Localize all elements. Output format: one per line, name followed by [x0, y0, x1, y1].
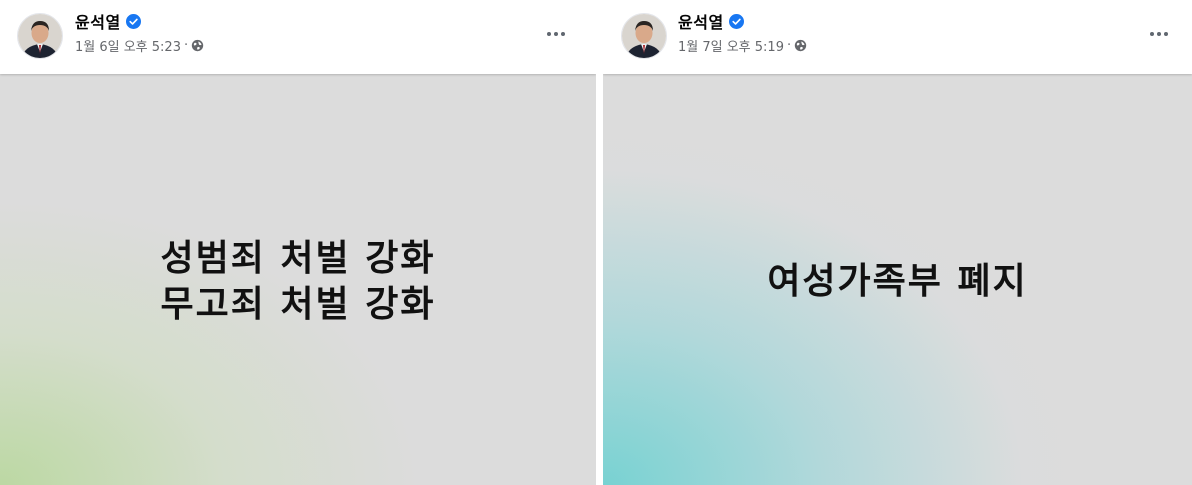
post-divider	[596, 0, 603, 485]
post-text-line-1: 성범죄 처벌 강화	[160, 238, 436, 279]
author-name[interactable]: 윤석열	[678, 9, 724, 33]
meta-separator: ·	[183, 37, 189, 53]
author-avatar[interactable]	[17, 13, 63, 59]
post-timestamp[interactable]: 1월 7일 오후 5:19	[678, 36, 784, 55]
facebook-post-2: 윤석열 1월 7일 오후 5:19 · 여성가족부 폐지	[603, 0, 1192, 485]
verified-badge-icon	[728, 13, 744, 29]
post-content-background: 여성가족부 폐지	[603, 74, 1192, 485]
screenshot-canvas: 윤석열 1월 6일 오후 5:23 · 성범죄 처벌 강화 무고죄 처벌 강화 …	[0, 0, 1192, 485]
meta-separator: ·	[786, 37, 792, 53]
author-avatar[interactable]	[621, 13, 667, 59]
facebook-post-1: 윤석열 1월 6일 오후 5:23 · 성범죄 처벌 강화 무고죄 처벌 강화	[0, 0, 596, 485]
post-timestamp[interactable]: 1월 6일 오후 5:23	[75, 36, 181, 55]
post-content-background: 성범죄 처벌 강화 무고죄 처벌 강화	[0, 74, 596, 485]
post-text-line-2: 무고죄 처벌 강화	[160, 284, 436, 325]
author-name[interactable]: 윤석열	[75, 9, 121, 33]
verified-badge-icon	[125, 13, 141, 29]
more-options-icon[interactable]	[540, 22, 572, 46]
globe-icon[interactable]	[191, 39, 204, 52]
post-header: 윤석열 1월 6일 오후 5:23 ·	[0, 0, 596, 74]
post-header: 윤석열 1월 7일 오후 5:19 ·	[603, 0, 1192, 74]
post-text: 성범죄 처벌 강화 무고죄 처벌 강화	[0, 236, 596, 328]
post-text-line-1: 여성가족부 폐지	[767, 261, 1028, 302]
globe-icon[interactable]	[794, 39, 807, 52]
more-options-icon[interactable]	[1143, 22, 1175, 46]
post-text: 여성가족부 폐지	[603, 259, 1192, 305]
